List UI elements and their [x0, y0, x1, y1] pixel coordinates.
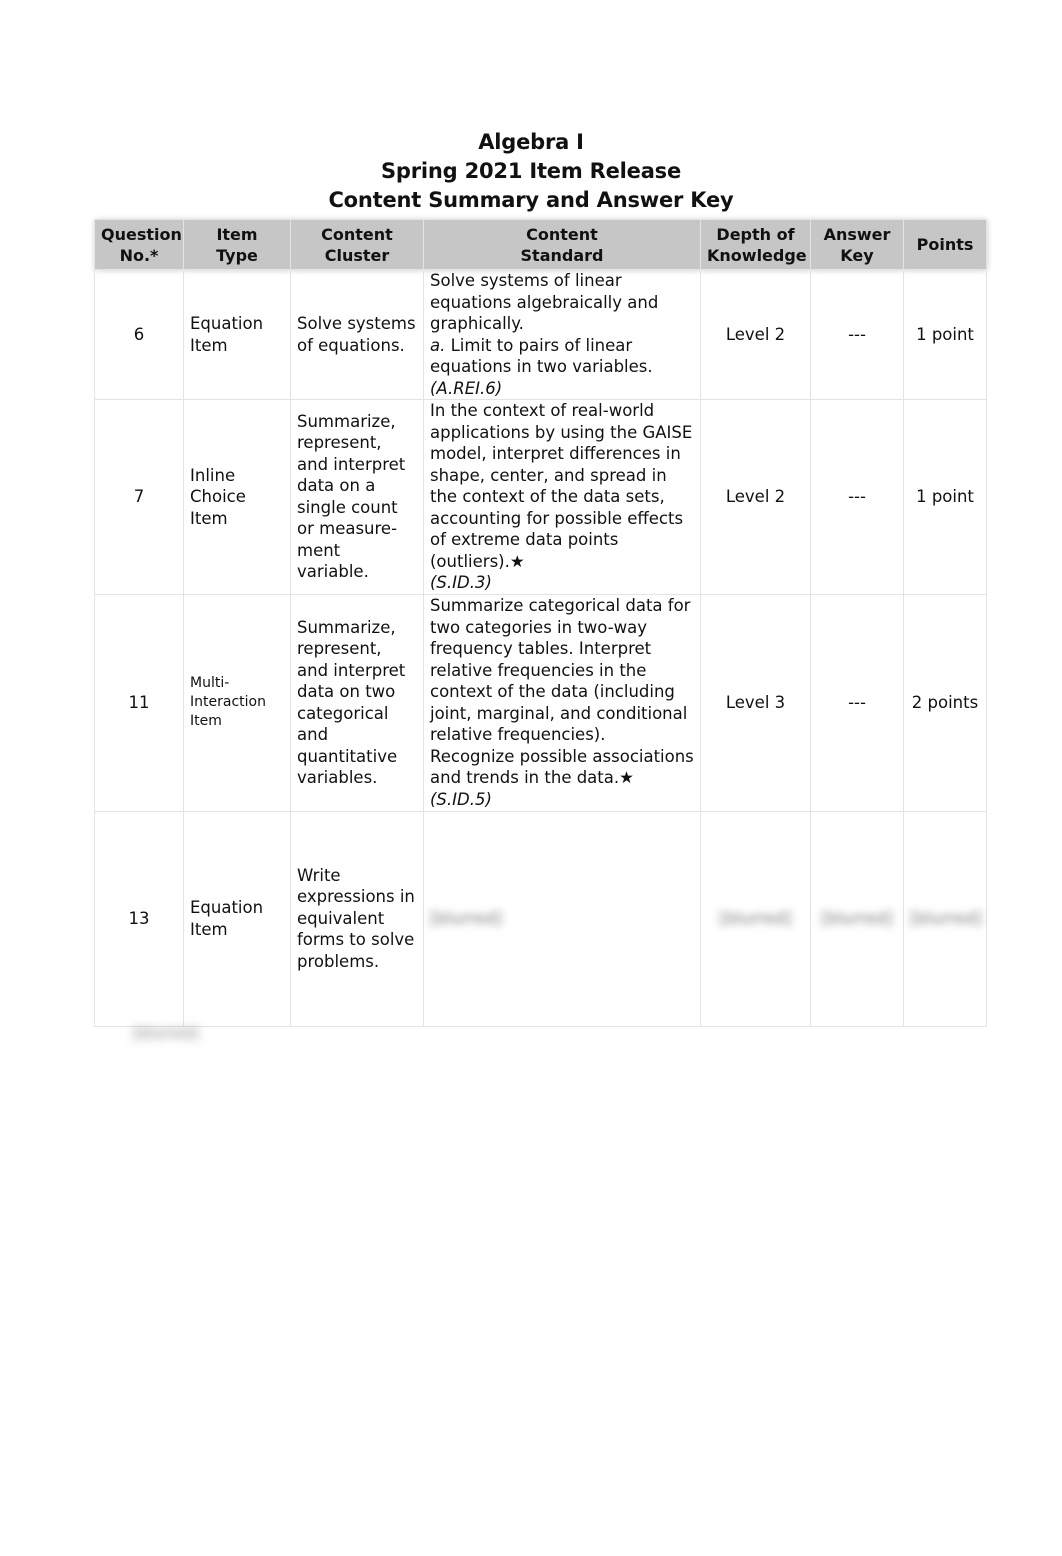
- answer-key: ---: [810, 399, 904, 595]
- content-cluster: Write expressions in equivalent forms to…: [290, 810, 424, 1027]
- depth-of-knowledge-redacted: [blurred]: [700, 810, 811, 1027]
- table-row: 7 Inline Choice Item Summarize, represen…: [94, 399, 987, 595]
- content-standard-redacted: [blurred]: [423, 810, 701, 1027]
- points: 1 point: [903, 399, 987, 595]
- standard-code: (S.ID.3): [430, 573, 492, 592]
- header-depth-of-knowledge: Depth of Knowledge: [700, 219, 811, 270]
- standard-code: (A.REI.6): [430, 378, 503, 398]
- points: 1 point: [903, 269, 987, 400]
- header-content-cluster: Content Cluster: [290, 219, 424, 270]
- depth-of-knowledge: Level 2: [700, 399, 811, 595]
- title-summary: Content Summary and Answer Key: [328, 188, 734, 212]
- answer-key: ---: [810, 269, 904, 400]
- question-no: 7: [94, 399, 184, 595]
- header-content-standard: Content Standard: [423, 219, 701, 270]
- title-release: Spring 2021 Item Release: [380, 159, 682, 183]
- depth-of-knowledge: Level 3: [700, 593, 811, 812]
- content-standard: In the context of real-world application…: [423, 399, 701, 595]
- document-title: Algebra I Spring 2021 Item Release Conte…: [0, 128, 1062, 215]
- item-type: Multi-Interaction Item: [183, 593, 291, 812]
- standard-code: (S.ID.5): [430, 789, 492, 809]
- item-type: Inline Choice Item: [183, 399, 291, 595]
- header-points: Points: [903, 219, 987, 270]
- depth-of-knowledge: Level 2: [700, 269, 811, 400]
- item-type: Equation Item: [183, 269, 291, 400]
- header-item-type: Item Type: [183, 219, 291, 270]
- points: 2 points: [903, 593, 987, 812]
- content-standard: Solve systems of linear equations algebr…: [423, 269, 701, 400]
- points-redacted: [blurred]: [903, 810, 987, 1027]
- header-question-no: Question No.*: [94, 219, 184, 270]
- answer-key-redacted: [blurred]: [810, 810, 904, 1027]
- item-type: Equation Item: [183, 810, 291, 1027]
- table-row: 6 Equation Item Solve systems of equatio…: [94, 269, 987, 400]
- content-standard: Summarize categorical data for two categ…: [423, 593, 701, 812]
- content-cluster: Summarize, represent, and interpret data…: [290, 399, 424, 595]
- question-no: 6: [94, 269, 184, 400]
- header-answer-key: Answer Key: [810, 219, 904, 270]
- table-row: 13 Equation Item Write expressions in eq…: [94, 810, 987, 1027]
- answer-key-table: Question No.* Item Type Content Cluster Con…: [94, 219, 987, 1027]
- question-no: 13: [94, 810, 184, 1027]
- table-header-row: Question No.* Item Type Content Cluster Con…: [94, 219, 987, 270]
- title-subject: Algebra I: [478, 130, 584, 154]
- content-cluster: Summarize, represent, and interpret data…: [290, 593, 424, 812]
- table-row: 11 Multi-Interaction Item Summarize, rep…: [94, 593, 987, 812]
- question-no: 11: [94, 593, 184, 812]
- content-cluster: Solve systems of equations.: [290, 269, 424, 400]
- answer-key: ---: [810, 593, 904, 812]
- footnote-redacted: [blurred]: [133, 1024, 199, 1042]
